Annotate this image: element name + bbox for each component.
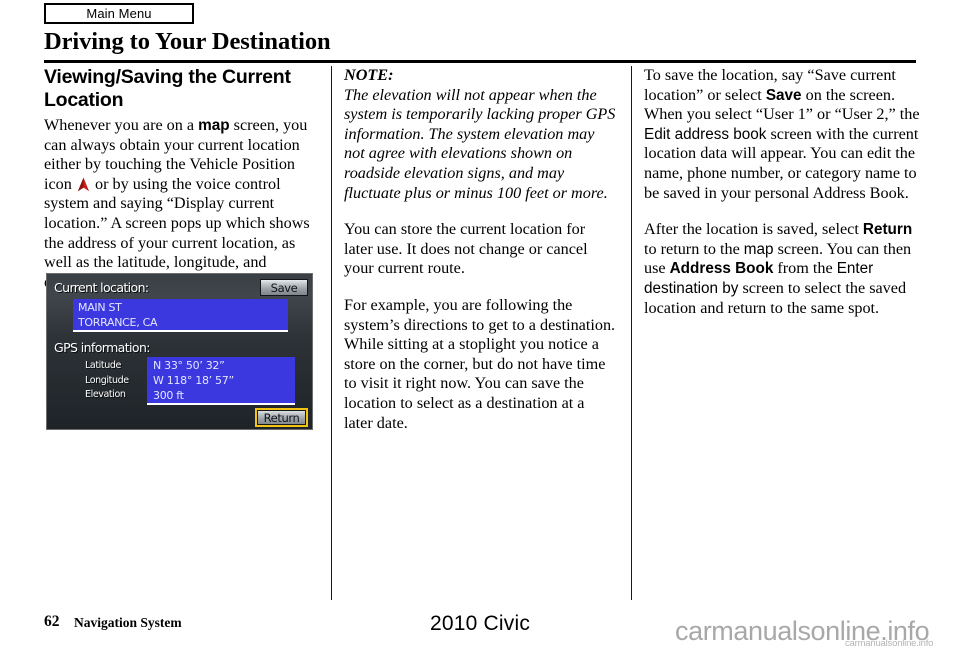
left-paragraph-1: Whenever you are on a map screen, you ca… (44, 116, 316, 292)
nav-gps-label-elevation: Elevation (85, 389, 126, 400)
map-term: map (198, 117, 230, 134)
page-title: Driving to Your Destination (44, 28, 331, 55)
nav-gps-information-label: GPS information: (54, 340, 150, 355)
nav-address-line-1: MAIN ST (78, 301, 122, 314)
middle-column: NOTE: The elevation will not appear when … (344, 66, 616, 433)
nav-address-field[interactable]: MAIN ST TORRANCE, CA (73, 299, 288, 332)
footer-model-year: 2010 Civic (430, 612, 531, 635)
site-watermark-small: carmanualsonline.info (845, 638, 934, 649)
nav-gps-value-longitude: W 118° 18’ 57” (153, 374, 234, 387)
navigation-screen-figure: Current location: Save MAIN ST TORRANCE,… (46, 273, 313, 430)
page-number: 62 (44, 613, 60, 630)
left-p1-part-a: Whenever you are on a (44, 116, 199, 134)
middle-paragraph-2: You can store the current location for l… (344, 220, 588, 278)
nav-gps-value-latitude: N 33° 50’ 32” (153, 359, 225, 372)
right-p2-part-b: to return to the (644, 239, 744, 258)
nav-return-button-label: Return (263, 410, 300, 425)
nav-save-button-label: Save (270, 280, 298, 295)
note-label: NOTE: (344, 66, 394, 84)
nav-save-button[interactable]: Save (260, 279, 308, 296)
main-menu-tab[interactable]: Main Menu (44, 3, 194, 24)
nav-gps-label-latitude: Latitude (85, 360, 121, 371)
nav-gps-values-field: N 33° 50’ 32” W 118° 18’ 57” 300 ft (147, 357, 295, 405)
right-p2-part-d: from the (773, 259, 837, 278)
nav-gps-label-longitude: Longitude (85, 374, 129, 386)
nav-gps-value-elevation: 300 ft (153, 389, 184, 402)
right-paragraph-1: To save the location, say “Save current … (644, 66, 920, 203)
main-menu-tab-label: Main Menu (86, 6, 152, 21)
section-heading: Viewing/Saving the Current Location (44, 66, 291, 111)
header-divider-rule (44, 60, 916, 63)
address-book-term: Address Book (669, 260, 774, 278)
return-term: Return (862, 221, 913, 239)
map-term-right: map (743, 240, 774, 258)
nav-gps-row-labels: Latitude Longitude Elevation (85, 359, 145, 403)
right-column: To save the location, say “Save current … (644, 66, 920, 318)
nav-return-button[interactable]: Return (255, 408, 308, 427)
note-block: NOTE: The elevation will not appear when … (344, 66, 616, 203)
right-p2-part-a: After the location is saved, select (644, 220, 863, 239)
footer-section-name: Navigation System (74, 615, 182, 630)
nav-address-line-2: TORRANCE, CA (78, 315, 158, 329)
right-paragraph-2: After the location is saved, select Retu… (644, 220, 920, 318)
edit-address-book-term: Edit address book (644, 125, 767, 143)
vehicle-position-icon (77, 177, 90, 192)
save-term: Save (765, 86, 802, 104)
note-body: The elevation will not appear when the s… (344, 85, 616, 202)
column-divider-right (631, 66, 632, 600)
nav-current-location-label: Current location: (54, 280, 149, 295)
column-divider-left (331, 66, 332, 600)
middle-paragraph-3: For example, you are following the syste… (344, 295, 616, 432)
left-column: Viewing/Saving the Current Location When… (44, 66, 316, 292)
